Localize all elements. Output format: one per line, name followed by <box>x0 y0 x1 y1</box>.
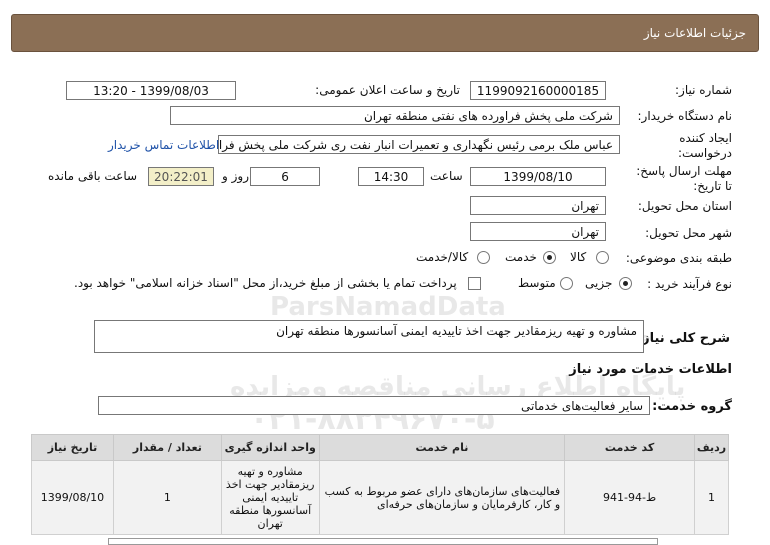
services-table: تاریخ نیاز تعداد / مقدار واحد اندازه گیر… <box>31 434 730 535</box>
description-text: مشاوره و تهیه ریزمقادیر جهت اخذ تاییدیه … <box>276 324 637 338</box>
creator-label-line2: درخواست: <box>678 146 732 160</box>
need-number-field[interactable]: 1199092160000185 <box>470 81 606 100</box>
col-row-index: ردیف <box>693 434 730 461</box>
col-quantity: تعداد / مقدار <box>112 434 222 461</box>
deadline-time-label: ساعت <box>430 169 463 183</box>
buyer-org-field[interactable]: شرکت ملی پخش فراورده های نفتی منطقه تهرا… <box>170 106 620 125</box>
days-field[interactable]: 6 <box>250 167 320 186</box>
buyer-org-label: نام دستگاه خریدار: <box>637 109 733 123</box>
category-radio-goods[interactable] <box>596 251 609 267</box>
table-row: 1399/08/10 1 مشاوره و تهیه ریزمقادیر جهت… <box>31 460 730 535</box>
page-title: جزئیات اطلاعات نیاز <box>643 26 746 40</box>
contact-buyer-link[interactable]: اطلاعات تماس خریدار <box>108 138 219 152</box>
cell-row-index: 1 <box>693 460 730 535</box>
treasury-payment-note: پرداخت تمام یا بخشی از مبلغ خرید،از محل … <box>74 276 457 290</box>
cell-service-name: فعالیت‌های سازمان‌های دارای عضو مربوط به… <box>318 460 566 535</box>
category-radio-goods-service[interactable] <box>477 251 490 267</box>
process-option-minor: جزیی <box>585 276 613 290</box>
creator-label-line1: ایجاد کننده <box>679 131 732 145</box>
category-option-goods-service: کالا/خدمت <box>416 250 469 264</box>
col-need-date: تاریخ نیاز <box>31 434 114 461</box>
announce-field[interactable]: 1399/08/03 - 13:20 <box>66 81 236 100</box>
province-field[interactable]: تهران <box>470 196 606 215</box>
process-radio-medium[interactable] <box>560 277 573 293</box>
process-label: نوع فرآیند خرید : <box>647 277 732 291</box>
announce-label: تاریخ و ساعت اعلان عمومی: <box>315 83 460 97</box>
col-service-name: نام خدمت <box>318 434 566 461</box>
attachments-box <box>108 538 658 545</box>
city-label: شهر محل تحویل: <box>645 226 732 240</box>
table-header-row: تاریخ نیاز تعداد / مقدار واحد اندازه گیر… <box>31 434 730 461</box>
watermark-brand: ParsNamadData <box>270 292 506 322</box>
category-option-goods: کالا <box>570 250 587 264</box>
process-option-medium: متوسط <box>518 276 556 290</box>
service-group-label: گروه خدمت: <box>652 399 732 414</box>
col-service-code: کد خدمت <box>564 434 695 461</box>
creator-field[interactable]: عباس ملک برمی رئیس نگهداری و تعمیرات انب… <box>218 135 620 154</box>
province-label: استان محل تحویل: <box>637 199 732 213</box>
page-title-bar: جزئیات اطلاعات نیاز <box>11 14 759 52</box>
description-field[interactable]: مشاوره و تهیه ریزمقادیر جهت اخذ تاییدیه … <box>94 320 644 353</box>
need-number-label: شماره نیاز: <box>675 83 732 97</box>
days-label: روز و <box>222 169 249 183</box>
cell-service-code: ط-94-941 <box>564 460 695 535</box>
col-unit: واحد اندازه گیری <box>220 434 320 461</box>
process-radio-minor[interactable] <box>619 277 632 293</box>
deadline-label-line1: مهلت ارسال پاسخ: <box>636 164 732 178</box>
services-section-title: اطلاعات خدمات مورد نیاز <box>569 362 732 377</box>
category-label: طبقه بندی موضوعی: <box>625 251 732 265</box>
service-group-field[interactable]: سایر فعالیت‌های خدماتی <box>98 396 650 415</box>
cell-quantity: 1 <box>112 460 222 535</box>
deadline-label-line2: تا تاریخ: <box>693 179 732 193</box>
remaining-time-field: 20:22:01 <box>148 167 214 186</box>
category-option-service: خدمت <box>505 250 537 264</box>
description-label: شرح کلی نیاز: <box>636 331 730 346</box>
cell-need-date: 1399/08/10 <box>31 460 114 535</box>
deadline-time-field[interactable]: 14:30 <box>358 167 424 186</box>
city-field[interactable]: تهران <box>470 222 606 241</box>
cell-unit: مشاوره و تهیه ریزمقادیر جهت اخذ تاییدیه … <box>220 460 320 535</box>
category-radio-service[interactable] <box>543 251 556 267</box>
remaining-label: ساعت باقی مانده <box>48 169 138 183</box>
deadline-date-field[interactable]: 1399/08/10 <box>470 167 606 186</box>
treasury-payment-checkbox[interactable] <box>468 277 481 290</box>
